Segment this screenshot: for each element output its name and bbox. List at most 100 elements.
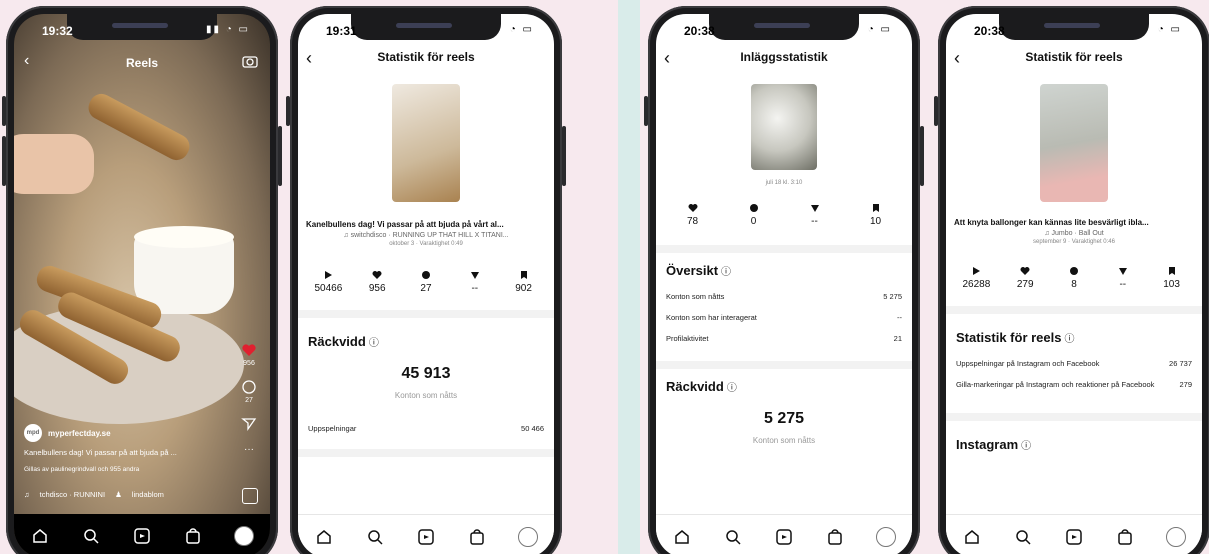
stat-row: Konton som har interagerat -- [666,313,902,322]
stat-row: Profilaktivitet 21 [666,334,902,343]
info-icon[interactable]: ⓘ [721,267,731,278]
reels-icon[interactable] [773,526,795,548]
audio-line: ♫ Jumbo · Ball Out [1044,230,1104,237]
stats-row: 50466 956 27 -- 902 [298,269,554,294]
info-icon[interactable]: ⓘ [1065,334,1075,345]
reel-user[interactable]: mpd myperfectday.se [24,424,111,442]
page-title: Inläggsstatistik [740,50,828,64]
camera-icon[interactable] [242,54,258,73]
share-icon[interactable] [238,416,260,434]
search-icon[interactable] [1012,526,1034,548]
home-icon[interactable] [961,526,983,548]
header: ‹ Inläggsstatistik [656,48,912,76]
shop-icon[interactable] [824,526,846,548]
shop-icon[interactable] [182,525,204,547]
reach-number: 45 913 [401,365,451,382]
stat-shares: -- [1098,265,1147,290]
reels-icon[interactable] [131,525,153,547]
music-icon: ♫ [343,232,351,239]
tagged-user: lindablom [131,490,164,499]
reel-stats-screen: 19:31 ◔ ▭ ‹ Statistik för reels Kanelbul… [298,14,554,554]
share-icon [450,269,499,281]
play-icon [304,269,353,281]
reel-caption: Kanelbullens dag! Vi passar på att bjuda… [306,220,504,229]
status-icons: ◔ ▭ [867,24,892,35]
comment-icon [402,269,451,281]
reels-icon[interactable] [415,526,437,548]
reel-thumbnail[interactable] [392,84,460,202]
bookmark-icon [851,202,901,214]
post-stats-screen: 20:38 ◔ ▭ ‹ Inläggsstatistik juli 18 kl.… [656,14,912,554]
home-icon[interactable] [29,525,51,547]
reel-stats-screen-2: 20:38 ◔ ▭ ‹ Statistik för reels Att knyt… [946,14,1202,554]
home-icon[interactable] [313,526,335,548]
heart-icon[interactable] [238,342,260,360]
music-icon: ♫ [1044,230,1052,237]
stat-likes: 78 [668,202,718,227]
status-icons: ▮▮ ◔ ▭ [205,24,250,35]
status-time: 19:31 [326,24,357,38]
status-time: 19:32 [42,24,73,38]
reel-caption: Att knyta ballonger kan kännas lite besv… [954,218,1149,227]
info-icon[interactable]: ⓘ [727,383,737,394]
share-icon [790,202,840,214]
more-icon[interactable]: ··· [238,444,260,455]
instagram-title: Instagram ⓘ [956,437,1032,452]
phone-reel-stats-2: 20:38 ◔ ▭ ‹ Statistik för reels Att knyt… [934,6,1209,554]
profile-avatar[interactable] [875,526,897,548]
heart-icon [668,202,718,214]
back-chevron-icon[interactable]: ‹ [306,48,312,69]
search-icon[interactable] [364,526,386,548]
reel-thumbnail[interactable] [1040,84,1108,202]
reach-title: Räckvidd ⓘ [666,379,737,394]
liked-by[interactable]: Gillas av paulinegrindvall och 955 andra [24,466,139,473]
bookmark-icon [1147,265,1196,277]
phone-reel-stats: 19:31 ◔ ▭ ‹ Statistik för reels Kanelbul… [286,6,566,554]
stat-row-plays: Uppspelningar 50 466 [308,424,544,433]
reel-audio-row[interactable]: ♫ tchdisco · RUNNINI ♟ lindablom [24,490,164,499]
post-thumbnail[interactable] [751,84,817,170]
info-icon[interactable]: ⓘ [1021,441,1031,452]
profile-avatar[interactable] [233,525,255,547]
overview-title: Översikt ⓘ [666,263,732,278]
stats-row: 26288 279 8 -- 103 [946,265,1202,290]
search-icon[interactable] [80,525,102,547]
audio-line: ♫ switchdisco · RUNNING UP THAT HILL X T… [343,232,509,239]
home-icon[interactable] [671,526,693,548]
reels-icon[interactable] [1063,526,1085,548]
stat-row: Konton som nåtts 5 275 [666,292,902,301]
phone-post-stats: 20:38 ◔ ▭ ‹ Inläggsstatistik juli 18 kl.… [644,6,924,554]
play-icon [952,265,1001,277]
reels-title: Reels [125,56,159,70]
bottom-nav [946,514,1202,554]
reach-label: Konton som nåtts [752,436,816,445]
stat-comments: 27 [402,269,451,294]
stat-plays: 26288 [952,265,1001,290]
status-icons: ◔ ▭ [509,24,534,35]
reel-caption[interactable]: Kanelbullens dag! Vi passar på att bjuda… [24,448,224,457]
share-icon [1098,265,1147,277]
shop-icon[interactable] [1114,526,1136,548]
stat-plays: 50466 [304,269,353,294]
stats-row: 78 0 -- 10 [656,202,912,227]
status-time: 20:38 [684,24,715,38]
back-chevron-icon[interactable]: ‹ [664,48,670,69]
profile-avatar[interactable] [1165,526,1187,548]
header: ‹ Statistik för reels [298,48,554,76]
avatar: mpd [24,424,42,442]
stat-likes: 956 [353,269,402,294]
stat-shares: -- [790,202,840,227]
profile-avatar[interactable] [517,526,539,548]
info-icon[interactable]: ⓘ [369,338,379,349]
bottom-nav [14,514,270,554]
comment-icon[interactable] [238,379,260,397]
comments-count: 27 [245,397,253,404]
shop-icon[interactable] [466,526,488,548]
back-chevron-icon[interactable]: ‹ [24,52,29,70]
search-icon[interactable] [722,526,744,548]
stat-saves: 10 [851,202,901,227]
back-chevron-icon[interactable]: ‹ [954,48,960,69]
audio-thumbnail[interactable] [242,488,258,504]
likes-count: 956 [243,360,255,367]
audio-name: tchdisco · RUNNINI [39,490,106,499]
